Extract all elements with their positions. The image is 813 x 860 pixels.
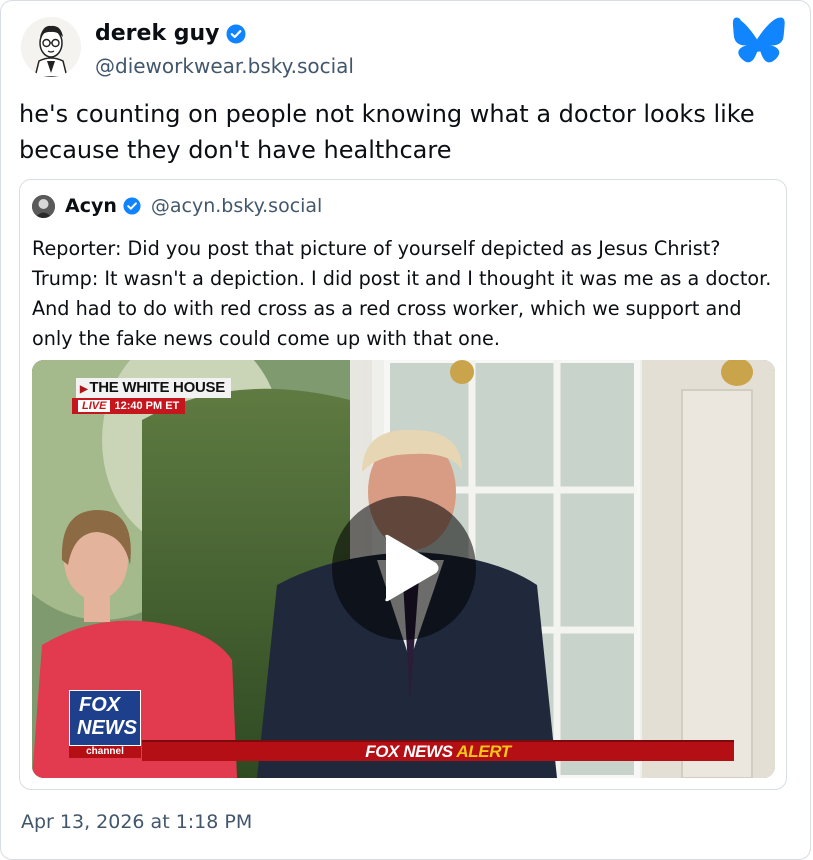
live-label: LIVE [78,400,111,412]
video-player[interactable]: ▶ THE WHITE HOUSE LIVE 12:40 PM ET FOX NEW… [32,360,775,778]
channel-logo: FOX NEWS channel [69,690,141,758]
verified-check-icon [123,197,141,215]
author-handle[interactable]: @dieworkwear.bsky.social [95,54,354,78]
play-button[interactable] [332,496,476,640]
verified-check-icon [226,24,246,43]
broadcast-time: 12:40 PM ET [114,400,180,412]
author-avatar[interactable] [21,17,81,77]
post-text: he's counting on people not knowing what… [19,100,755,164]
news-alert-bar: FOX NEWS ALERT [142,740,734,761]
location-banner-text: THE WHITE HOUSE [89,379,225,396]
quote-text: Reporter: Did you post that picture of y… [32,237,772,350]
live-time-strip: LIVE 12:40 PM ET [72,398,186,414]
quote-author-name[interactable]: Acyn [65,195,117,217]
post-timestamp[interactable]: Apr 13, 2026 at 1:18 PM [21,811,252,833]
play-icon [385,534,439,602]
quote-author-avatar[interactable] [32,195,55,218]
channel-logo-line2: NEWS [77,717,137,739]
quote-author-handle[interactable]: @acyn.bsky.social [151,195,322,217]
author-name[interactable]: derek guy [95,21,219,46]
bluesky-butterfly-icon[interactable] [728,17,786,67]
channel-logo-line1: FOX [79,694,121,716]
alert-prefix: FOX NEWS [365,742,453,761]
quoted-post[interactable]: Acyn @acyn.bsky.social Reporter: Did you… [19,179,787,790]
alert-word: ALERT [456,742,511,761]
post-card[interactable]: derek guy @dieworkwear.bsky.social he's … [0,0,811,860]
location-banner: ▶ THE WHITE HOUSE [76,378,231,398]
channel-logo-line3: channel [69,746,141,758]
